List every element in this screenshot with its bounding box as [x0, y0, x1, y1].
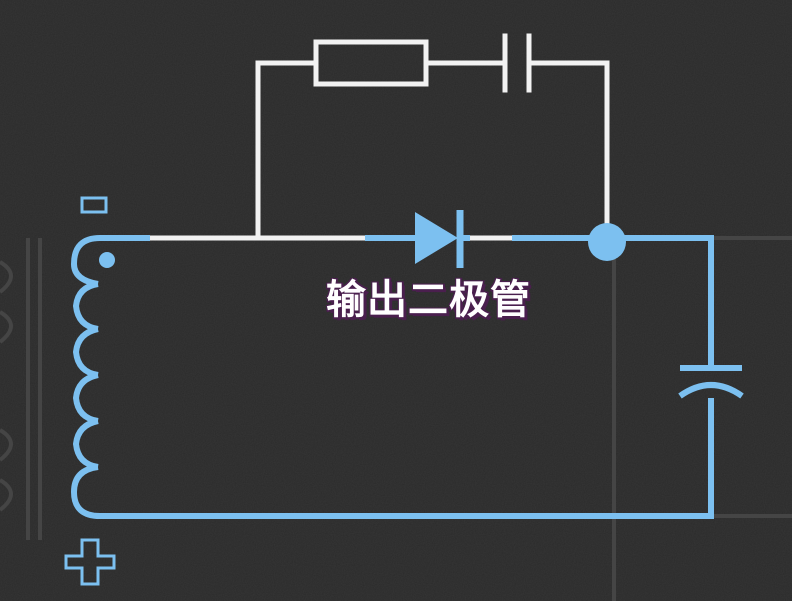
output-diode-label: 输出二极管: [326, 277, 531, 323]
junction-node: [588, 223, 626, 261]
circuit-diagram: 输出二极管: [0, 0, 792, 601]
winding-polarity-dot: [99, 252, 115, 268]
